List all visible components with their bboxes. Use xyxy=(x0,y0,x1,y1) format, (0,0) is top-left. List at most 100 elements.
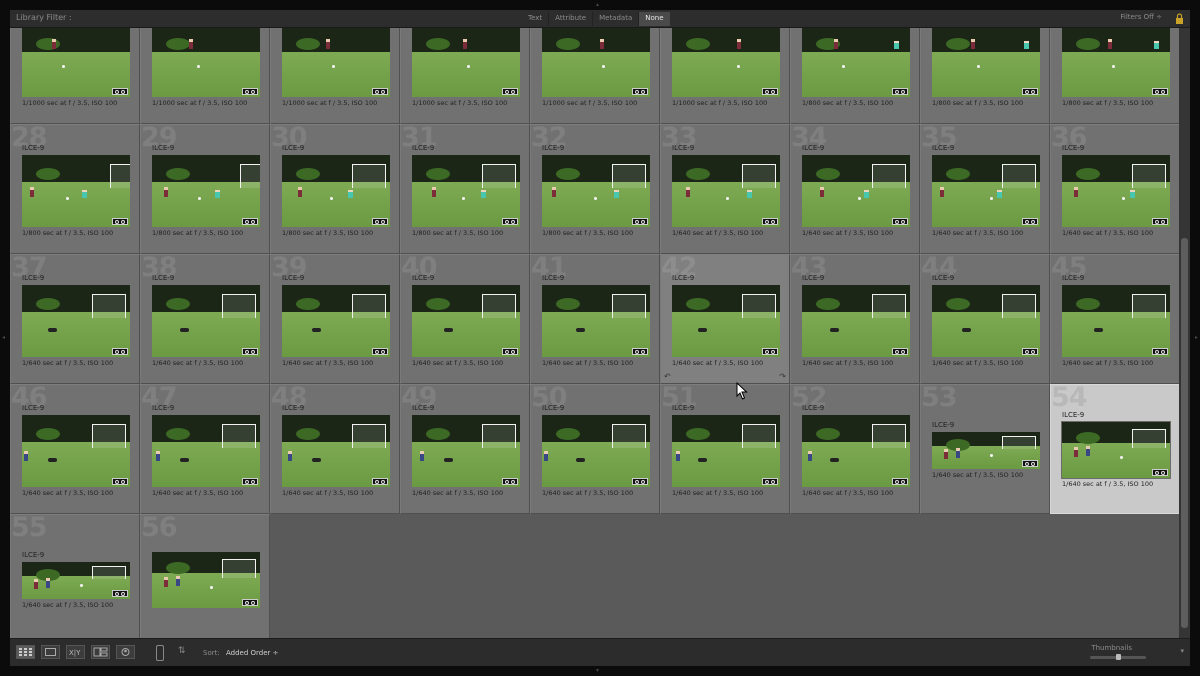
photo-thumbnail[interactable] xyxy=(152,155,260,227)
grid-view-button[interactable] xyxy=(16,645,35,659)
thumbnail-cell[interactable]: 40 ILCE-9 1/640 sec at f / 3.5, ISO 100 xyxy=(400,252,530,384)
painter-icon[interactable] xyxy=(156,645,164,661)
photo-thumbnail[interactable] xyxy=(542,155,650,227)
photo-thumbnail[interactable] xyxy=(802,155,910,227)
sort-order-dropdown[interactable]: Added Order ÷ xyxy=(226,649,279,657)
photo-thumbnail[interactable] xyxy=(1062,155,1170,227)
photo-thumbnail[interactable] xyxy=(672,28,780,97)
thumbnail-cell[interactable]: ILCE-91/1000 sec at f / 3.5, ISO 100 xyxy=(400,28,530,124)
thumbnail-cell[interactable]: 42 ILCE-9 1/640 sec at f / 3.5, ISO 100 ↶ ↷ xyxy=(660,252,790,384)
photo-thumbnail[interactable] xyxy=(412,415,520,487)
photo-thumbnail[interactable] xyxy=(932,28,1040,97)
thumbnail-cell[interactable]: ILCE-91/800 sec at f / 3.5, ISO 100 xyxy=(1050,28,1179,124)
photo-thumbnail[interactable] xyxy=(22,155,130,227)
filters-off-dropdown[interactable]: Filters Off ÷ xyxy=(1120,13,1162,21)
photo-thumbnail[interactable] xyxy=(1061,421,1171,479)
photo-thumbnail[interactable] xyxy=(282,155,390,227)
thumbnail-cell[interactable]: 28 ILCE-9 1/800 sec at f / 3.5, ISO 100 xyxy=(10,122,140,254)
thumbnail-cell[interactable]: ILCE-91/800 sec at f / 3.5, ISO 100 xyxy=(920,28,1050,124)
thumbnail-cell[interactable]: ILCE-91/800 sec at f / 3.5, ISO 100 xyxy=(790,28,920,124)
thumbnail-cell[interactable]: 29 ILCE-9 1/800 sec at f / 3.5, ISO 100 xyxy=(140,122,270,254)
photo-thumbnail[interactable] xyxy=(22,415,130,487)
photo-thumbnail[interactable] xyxy=(542,415,650,487)
photo-thumbnail[interactable] xyxy=(412,28,520,97)
thumbnail-cell[interactable]: 38 ILCE-9 1/640 sec at f / 3.5, ISO 100 xyxy=(140,252,270,384)
photo-thumbnail[interactable] xyxy=(1062,28,1170,97)
photo-thumbnail[interactable] xyxy=(542,28,650,97)
thumbnail-cell[interactable]: 52 ILCE-9 1/640 sec at f / 3.5, ISO 100 xyxy=(790,382,920,514)
photo-thumbnail[interactable] xyxy=(802,285,910,357)
thumbnail-cell[interactable]: 30 ILCE-9 1/800 sec at f / 3.5, ISO 100 xyxy=(270,122,400,254)
people-view-button[interactable] xyxy=(116,645,135,659)
photo-thumbnail[interactable] xyxy=(152,415,260,487)
thumbnail-cell[interactable]: 55 ILCE-9 1/640 sec at f / 3.5, ISO 100 xyxy=(10,512,140,638)
filter-tab-attribute[interactable]: Attribute xyxy=(548,12,592,26)
compare-view-button[interactable]: X|Y xyxy=(66,645,85,659)
thumbnail-cell[interactable]: ILCE-91/1000 sec at f / 3.5, ISO 100 xyxy=(140,28,270,124)
filter-tab-metadata[interactable]: Metadata xyxy=(592,12,638,26)
thumbnail-cell[interactable]: 51 ILCE-9 1/640 sec at f / 3.5, ISO 100 xyxy=(660,382,790,514)
photo-thumbnail[interactable] xyxy=(672,415,780,487)
thumbnail-cell[interactable]: 50 ILCE-9 1/640 sec at f / 3.5, ISO 100 xyxy=(530,382,660,514)
photo-thumbnail[interactable] xyxy=(22,562,130,599)
thumbnail-size-slider[interactable] xyxy=(1090,654,1146,660)
thumbnail-cell[interactable]: 39 ILCE-9 1/640 sec at f / 3.5, ISO 100 xyxy=(270,252,400,384)
photo-thumbnail[interactable] xyxy=(932,155,1040,227)
photo-thumbnail[interactable] xyxy=(932,432,1040,469)
thumbnail-grid[interactable]: ILCE-91/1000 sec at f / 3.5, ISO 100ILCE… xyxy=(10,28,1179,638)
thumbnail-cell[interactable]: 36 ILCE-9 1/640 sec at f / 3.5, ISO 100 xyxy=(1050,122,1179,254)
thumbnail-cell[interactable]: 54 ILCE-9 1/640 sec at f / 3.5, ISO 100 xyxy=(1050,382,1179,514)
thumbnail-cell[interactable]: 49 ILCE-9 1/640 sec at f / 3.5, ISO 100 xyxy=(400,382,530,514)
scroll-thumb[interactable] xyxy=(1181,238,1188,628)
photo-thumbnail[interactable] xyxy=(932,285,1040,357)
thumbnail-cell[interactable]: ILCE-91/1000 sec at f / 3.5, ISO 100 xyxy=(530,28,660,124)
filter-tab-text[interactable]: Text xyxy=(522,12,548,26)
sort-direction-icon[interactable]: ⇅ xyxy=(178,646,186,656)
rotate-left-icon[interactable]: ↶ xyxy=(664,372,671,381)
thumbnail-cell[interactable]: 56 xyxy=(140,512,270,638)
photo-thumbnail[interactable] xyxy=(152,285,260,357)
thumbnail-cell[interactable]: ILCE-91/1000 sec at f / 3.5, ISO 100 xyxy=(660,28,790,124)
thumbnail-cell[interactable]: 31 ILCE-9 1/800 sec at f / 3.5, ISO 100 xyxy=(400,122,530,254)
thumbnail-cell[interactable]: 32 ILCE-9 1/800 sec at f / 3.5, ISO 100 xyxy=(530,122,660,254)
photo-thumbnail[interactable] xyxy=(802,28,910,97)
survey-view-button[interactable] xyxy=(91,645,110,659)
thumbnail-cell[interactable]: 34 ILCE-9 1/640 sec at f / 3.5, ISO 100 xyxy=(790,122,920,254)
thumbnail-cell[interactable]: 53 ILCE-9 1/640 sec at f / 3.5, ISO 100 xyxy=(920,382,1050,514)
thumbnail-cell[interactable]: 45 ILCE-9 1/640 sec at f / 3.5, ISO 100 xyxy=(1050,252,1179,384)
thumbnail-cell[interactable]: 48 ILCE-9 1/640 sec at f / 3.5, ISO 100 xyxy=(270,382,400,514)
thumbnail-cell[interactable]: 47 ILCE-9 1/640 sec at f / 3.5, ISO 100 xyxy=(140,382,270,514)
right-panel-arrow-icon[interactable]: ▸ xyxy=(1195,334,1198,341)
photo-thumbnail[interactable] xyxy=(282,285,390,357)
thumbnail-cell[interactable]: 44 ILCE-9 1/640 sec at f / 3.5, ISO 100 xyxy=(920,252,1050,384)
bottom-panel-arrow-icon[interactable]: ▾ xyxy=(596,667,599,674)
toolbar-options-icon[interactable]: ▾ xyxy=(1180,647,1184,655)
photo-thumbnail[interactable] xyxy=(282,415,390,487)
thumbnail-cell[interactable]: 33 ILCE-9 1/640 sec at f / 3.5, ISO 100 xyxy=(660,122,790,254)
photo-thumbnail[interactable] xyxy=(412,155,520,227)
photo-thumbnail[interactable] xyxy=(1062,285,1170,357)
photo-thumbnail[interactable] xyxy=(22,285,130,357)
left-panel-arrow-icon[interactable]: ◂ xyxy=(2,334,5,341)
grid-scrollbar[interactable] xyxy=(1179,28,1190,638)
rotate-right-icon[interactable]: ↷ xyxy=(779,372,786,381)
thumbnail-cell[interactable]: 35 ILCE-9 1/640 sec at f / 3.5, ISO 100 xyxy=(920,122,1050,254)
photo-thumbnail[interactable] xyxy=(542,285,650,357)
thumbnail-size-knob[interactable] xyxy=(1115,654,1121,660)
photo-thumbnail[interactable] xyxy=(412,285,520,357)
top-panel-arrow-icon[interactable]: ▴ xyxy=(596,1,599,8)
thumbnail-cell[interactable]: 41 ILCE-9 1/640 sec at f / 3.5, ISO 100 xyxy=(530,252,660,384)
photo-thumbnail[interactable] xyxy=(22,28,130,97)
photo-thumbnail[interactable] xyxy=(152,28,260,97)
thumbnail-cell[interactable]: 46 ILCE-9 1/640 sec at f / 3.5, ISO 100 xyxy=(10,382,140,514)
thumbnail-cell[interactable]: 37 ILCE-9 1/640 sec at f / 3.5, ISO 100 xyxy=(10,252,140,384)
photo-thumbnail[interactable] xyxy=(802,415,910,487)
loupe-view-button[interactable] xyxy=(41,645,60,659)
photo-thumbnail[interactable] xyxy=(282,28,390,97)
photo-thumbnail[interactable] xyxy=(672,285,780,357)
photo-thumbnail[interactable] xyxy=(672,155,780,227)
lock-icon[interactable] xyxy=(1175,13,1184,24)
thumbnail-cell[interactable]: 43 ILCE-9 1/640 sec at f / 3.5, ISO 100 xyxy=(790,252,920,384)
photo-thumbnail[interactable] xyxy=(152,552,260,608)
thumbnail-cell[interactable]: ILCE-91/1000 sec at f / 3.5, ISO 100 xyxy=(10,28,140,124)
